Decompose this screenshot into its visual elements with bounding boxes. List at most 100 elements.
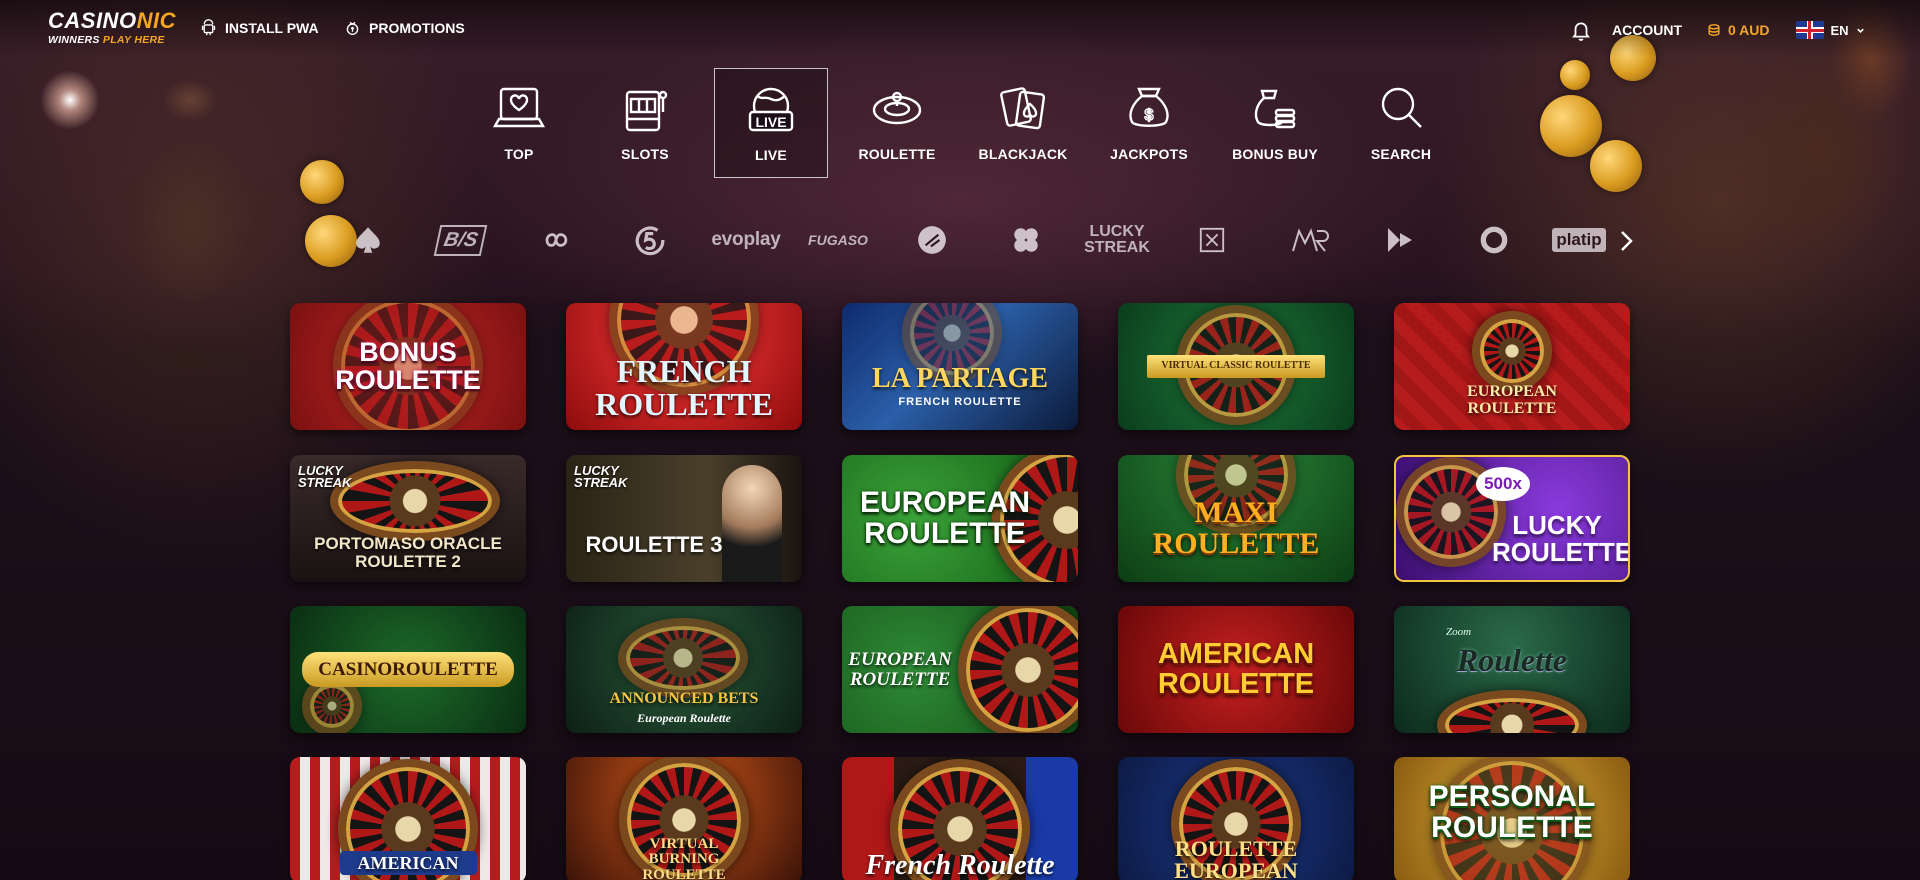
provider-fugaso[interactable]: FUGASO <box>800 216 876 264</box>
category-label: ROULETTE <box>858 146 936 162</box>
install-pwa-link[interactable]: INSTALL PWA <box>200 19 319 36</box>
roulette-wheel-art <box>618 618 748 698</box>
provider-square-logo[interactable] <box>1196 216 1228 264</box>
balance-display[interactable]: 0 AUD <box>1706 22 1770 38</box>
square-logo-icon <box>1199 227 1225 253</box>
top-bar: CASINONIC WINNERS PLAY HERE INSTALL PWA … <box>0 0 1920 58</box>
game-tile[interactable]: LA PARTAGE FRENCH ROULETTE <box>842 303 1078 430</box>
game-title: EUROPEAN ROULETTE <box>859 485 1031 550</box>
game-title: EUROPEAN ROULETTE <box>848 649 952 690</box>
casino-logo[interactable]: CASINONIC WINNERS PLAY HERE <box>48 10 176 46</box>
provider-clover[interactable] <box>1006 216 1046 264</box>
game-title: AMERICAN <box>339 850 477 876</box>
providers-next-arrow[interactable] <box>1616 226 1636 256</box>
game-tile[interactable]: LUCKY STREAK ROULETTE 3 <box>566 455 802 582</box>
game-tile[interactable]: ROULETTE EUROPEAN <box>1118 757 1354 880</box>
category-live[interactable]: LIVE LIVE <box>714 68 828 178</box>
game-tile[interactable]: 500x LUCKY ROULETTE <box>1394 455 1630 582</box>
provider-bs[interactable]: B/S <box>434 216 488 264</box>
category-bonus-buy[interactable]: BONUS BUY <box>1218 68 1332 178</box>
dealer-image <box>722 465 782 582</box>
provider-burst[interactable] <box>914 216 950 264</box>
search-icon <box>1381 87 1422 128</box>
promotions-label: PROMOTIONS <box>369 19 465 36</box>
game-tile[interactable]: EUROPEAN ROULETTE <box>842 455 1078 582</box>
game-title: BONUS ROULETTE <box>335 336 481 395</box>
game-tile[interactable]: ANNOUNCED BETS European Roulette <box>566 606 802 733</box>
game-title: PERSONAL ROULETTE <box>1428 780 1596 844</box>
game-tile[interactable]: FRENCH ROULETTE <box>566 303 802 430</box>
logo-name-right: NIC <box>136 8 176 33</box>
provider-ring[interactable] <box>1474 216 1514 264</box>
game-title: LA PARTAGE <box>871 362 1049 394</box>
game-title: VIRTUAL CLASSIC ROULETTE <box>1147 355 1325 378</box>
install-pwa-label: INSTALL PWA <box>225 19 319 36</box>
game-tile[interactable]: VIRTUAL BURNING ROULETTE <box>566 757 802 880</box>
account-link[interactable]: ACCOUNT <box>1612 22 1682 38</box>
game-tile[interactable]: VIRTUAL CLASSIC ROULETTE <box>1118 303 1354 430</box>
game-tile[interactable]: LUCKY STREAK PORTOMASO ORACLE ROULETTE 2 <box>290 455 526 582</box>
spade-logo-icon <box>356 227 380 253</box>
category-jackpots[interactable]: $ JACKPOTS <box>1092 68 1206 178</box>
game-tile[interactable]: French Roulette <box>842 757 1078 880</box>
chevron-down-icon <box>1856 28 1864 33</box>
game-title: PORTOMASO ORACLE ROULETTE 2 <box>314 534 502 571</box>
game-title: ANNOUNCED BETS <box>609 690 759 708</box>
provider-bs-label: B/S <box>434 224 488 256</box>
gift-bag-icon <box>346 21 359 35</box>
category-top[interactable]: TOP <box>462 68 576 178</box>
zoom-badge: Zoom <box>1446 626 1472 638</box>
game-tile[interactable]: EUROPEAN ROULETTE <box>1394 303 1630 430</box>
five-logo-icon <box>635 226 665 256</box>
android-icon <box>201 19 216 36</box>
game-tile[interactable]: PERSONAL ROULETTE <box>1394 757 1630 880</box>
category-label: JACKPOTS <box>1110 146 1188 162</box>
svg-text:LIVE: LIVE <box>755 114 786 130</box>
game-title: LUCKY ROULETTE <box>1492 509 1630 567</box>
game-tile[interactable]: EUROPEAN ROULETTE <box>842 606 1078 733</box>
game-tile[interactable]: MAXI ROULETTE <box>1118 455 1354 582</box>
game-title: EUROPEAN ROULETTE <box>1467 383 1557 417</box>
chevron-right-icon <box>1621 231 1633 251</box>
provider-mascot[interactable] <box>1286 216 1332 264</box>
promotions-link[interactable]: PROMOTIONS <box>344 19 465 36</box>
game-title: ROULETTE EUROPEAN <box>1174 835 1298 880</box>
category-label: TOP <box>504 146 534 162</box>
triangles-logo-icon <box>1388 228 1412 252</box>
game-subtitle: European Roulette <box>637 710 731 725</box>
game-tile[interactable]: CASINOROULETTE <box>290 606 526 733</box>
game-title: French Roulette <box>865 849 1055 880</box>
category-slots[interactable]: SLOTS <box>588 68 702 178</box>
category-roulette[interactable]: ROULETTE <box>840 68 954 178</box>
language-selector[interactable]: EN <box>1795 21 1865 39</box>
clover-logo-icon <box>1014 228 1038 252</box>
game-tile[interactable]: AMERICAN ROULETTE <box>1118 606 1354 733</box>
category-label: LIVE <box>755 147 787 163</box>
provider-evoplay[interactable]: evoplay <box>706 216 786 264</box>
roulette-wheel-art <box>958 606 1078 733</box>
roulette-wheel-art <box>1472 311 1552 391</box>
provider-spade[interactable] <box>348 216 388 264</box>
game-title: Roulette <box>1456 642 1568 679</box>
provider-platip[interactable]: platip <box>1552 216 1606 264</box>
category-search[interactable]: SEARCH <box>1344 68 1458 178</box>
game-tile[interactable]: BONUS ROULETTE <box>290 303 526 430</box>
money-bag-icon: $ <box>1129 87 1169 127</box>
game-tile[interactable]: Zoom Roulette <box>1394 606 1630 733</box>
provider-circle-5[interactable] <box>628 216 672 264</box>
provider-lucky-streak[interactable]: LUCKY STREAK <box>1084 216 1150 264</box>
logo-name-left: CASINO <box>48 8 137 33</box>
game-title: FRENCH ROULETTE <box>595 352 773 422</box>
provider-infinity[interactable] <box>534 216 578 264</box>
burst-logo-icon <box>918 226 946 254</box>
game-tile[interactable]: AMERICAN <box>290 757 526 880</box>
category-blackjack[interactable]: BLACKJACK <box>966 68 1080 178</box>
lucky-streak-top: LUCKY <box>1089 223 1145 240</box>
bell-icon[interactable] <box>1570 19 1592 41</box>
provider-triangles[interactable] <box>1380 216 1420 264</box>
slot-machine-icon <box>625 90 668 132</box>
category-label: SEARCH <box>1370 146 1432 162</box>
provider-fugaso-label: FUGASO <box>808 232 868 248</box>
laptop-heart-icon <box>492 87 546 128</box>
uk-flag-icon <box>1795 21 1824 39</box>
